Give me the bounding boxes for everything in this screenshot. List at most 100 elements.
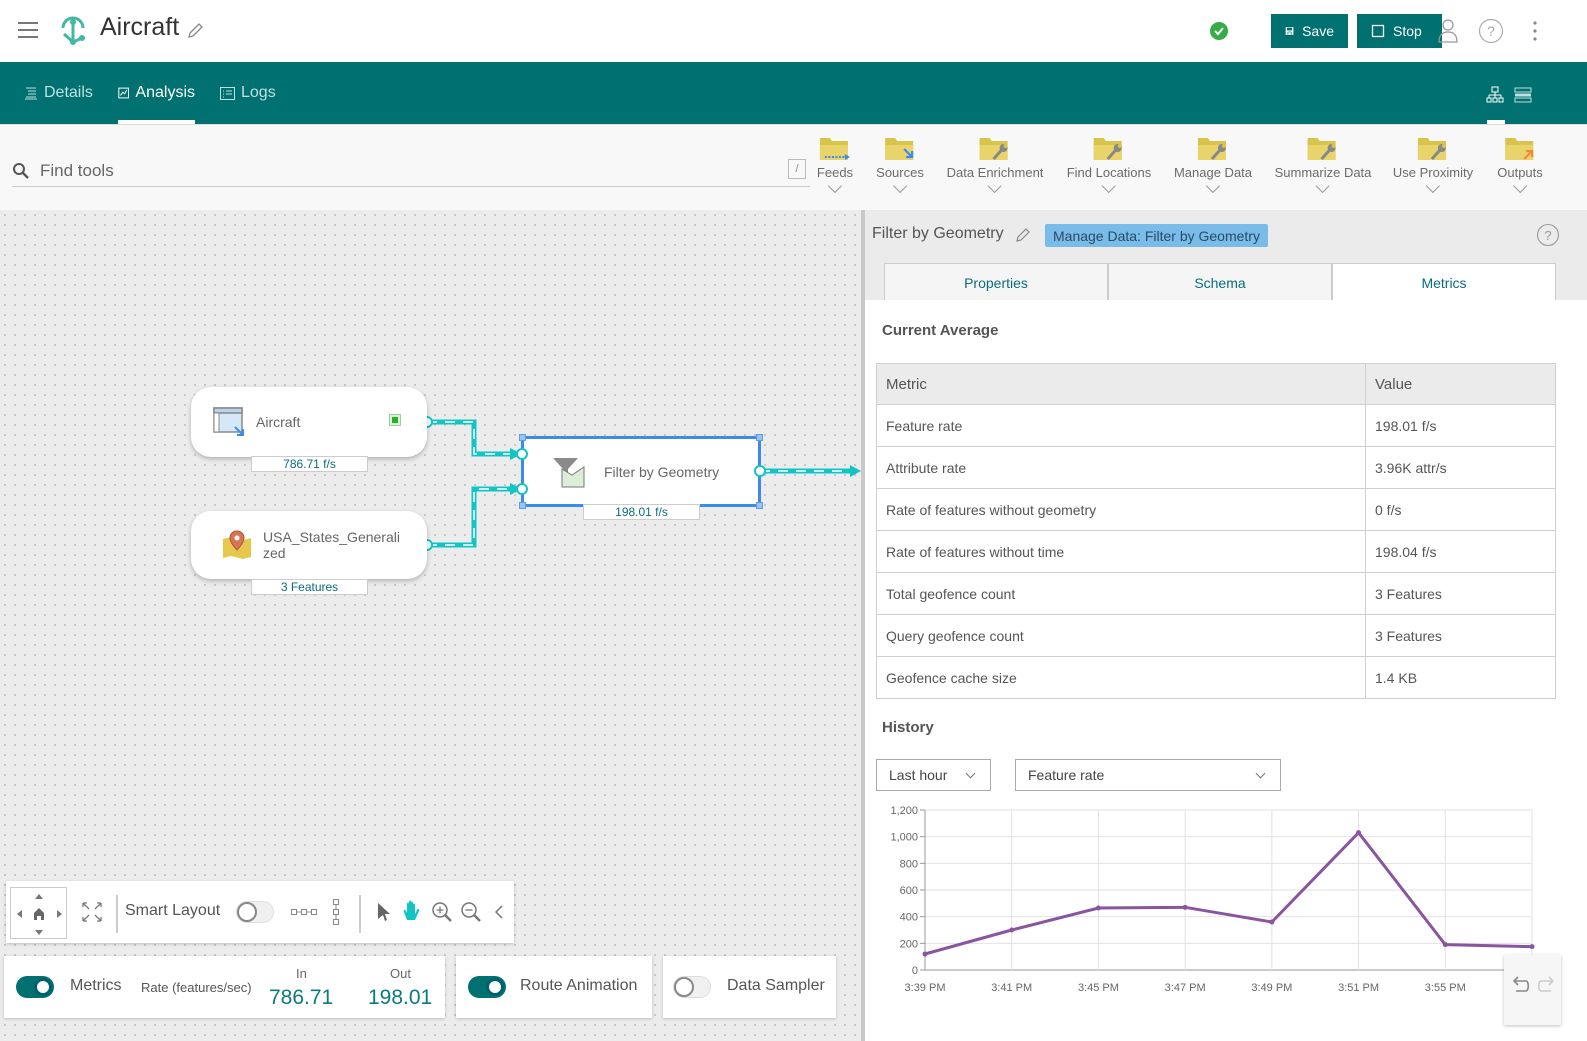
zoom-in-icon[interactable] — [431, 901, 453, 923]
x-tick-label: 3:45 PM — [1078, 982, 1119, 994]
data-point[interactable] — [1269, 919, 1275, 925]
history-metric-value: Feature rate — [1028, 767, 1105, 783]
tool-category-label: Find Locations — [1066, 165, 1152, 180]
pan-up-icon[interactable] — [35, 894, 43, 899]
more-options-icon[interactable] — [1520, 16, 1550, 46]
tab-schema[interactable]: Schema — [1108, 263, 1332, 301]
undo-icon[interactable] — [1510, 975, 1532, 995]
user-icon[interactable] — [1433, 16, 1463, 46]
help-icon[interactable]: ? — [1476, 16, 1506, 46]
top-bar: Aircraft Save Stop ? — [0, 0, 1587, 62]
metric-name-cell: Total geofence count — [876, 572, 1366, 615]
diagram-view-icon[interactable] — [1486, 86, 1506, 124]
table-row: Rate of features without time 198.04 f/s — [876, 530, 1556, 573]
tool-category-sources[interactable]: Sources — [876, 135, 924, 194]
zoom-out-icon[interactable] — [460, 901, 482, 923]
node-label: Aircraft — [256, 414, 301, 430]
metric-value-cell: 1.4 KB — [1365, 656, 1556, 699]
y-tick-label: 600 — [900, 885, 918, 897]
x-tick-label: 3:41 PM — [991, 982, 1032, 994]
chevron-down-icon — [1315, 178, 1331, 194]
data-point[interactable] — [1356, 830, 1362, 836]
stop-button[interactable]: Stop — [1357, 14, 1442, 48]
folder-tool-icon — [1308, 138, 1336, 160]
tab-details[interactable]: Details — [24, 62, 93, 124]
redo-icon[interactable] — [1535, 975, 1557, 995]
out-label: Out — [390, 966, 411, 981]
tool-category-use-proximity[interactable]: Use Proximity — [1393, 135, 1473, 194]
data-point[interactable] — [922, 951, 928, 957]
chevron-down-icon — [1205, 178, 1221, 194]
smart-layout-label: Smart Layout — [125, 902, 221, 919]
edit-title-icon[interactable] — [186, 22, 204, 40]
app-logo-icon — [61, 16, 85, 45]
data-point[interactable] — [1529, 944, 1535, 950]
node-metric-aircraft: 786.71 f/s — [251, 456, 368, 472]
node-aircraft-feed[interactable]: Aircraft — [191, 387, 427, 457]
data-point[interactable] — [1182, 904, 1188, 910]
find-tools-input[interactable] — [40, 160, 740, 181]
panel-help-icon[interactable]: ? — [1536, 223, 1560, 247]
data-point[interactable] — [1095, 905, 1101, 911]
horizontal-layout-icon[interactable] — [291, 908, 317, 916]
node-usa-states-source[interactable]: USA_States_Generali zed — [191, 511, 427, 579]
pan-down-icon[interactable] — [35, 930, 43, 935]
resize-handle[interactable] — [756, 434, 763, 441]
tab-metrics[interactable]: Metrics — [1332, 263, 1556, 301]
tool-category-label: Summarize Data — [1274, 165, 1372, 180]
tool-category-manage-data[interactable]: Manage Data — [1174, 135, 1252, 194]
data-sampler-toggle[interactable] — [673, 976, 711, 998]
resize-handle[interactable] — [756, 502, 763, 509]
edit-node-name-icon[interactable] — [1015, 227, 1031, 243]
out-rate-value: 198.01 — [368, 986, 433, 1009]
tab-properties[interactable]: Properties — [884, 263, 1108, 301]
metric-name-cell: Rate of features without geometry — [876, 488, 1366, 531]
pan-hand-icon[interactable] — [402, 900, 422, 922]
tool-category-outputs[interactable]: Outputs — [1497, 135, 1543, 194]
tool-category-data-enrichment[interactable]: Data Enrichment — [947, 135, 1043, 194]
vertical-layout-icon[interactable] — [332, 899, 340, 925]
list-view-icon[interactable] — [1514, 86, 1534, 106]
details-icon — [25, 87, 37, 100]
tab-analysis[interactable]: Analysis — [118, 62, 195, 124]
data-point[interactable] — [1442, 942, 1448, 948]
select-pointer-icon[interactable] — [377, 902, 391, 922]
link-filter-output[interactable] — [760, 465, 861, 477]
metrics-toggle[interactable] — [16, 976, 54, 998]
fit-to-screen-icon[interactable] — [81, 901, 103, 923]
route-animation-toggle[interactable] — [468, 976, 506, 998]
node-label: Filter by Geometry — [604, 463, 720, 480]
series-line-feature-rate — [924, 830, 1533, 956]
home-icon[interactable] — [34, 908, 44, 920]
divider — [359, 895, 361, 933]
tool-category-summarize-data[interactable]: Summarize Data — [1274, 135, 1372, 194]
link-states-to-filter[interactable] — [427, 483, 522, 548]
analytics-canvas[interactable]: Aircraft 786.71 f/s USA_States_Generali … — [0, 210, 861, 1041]
time-range-select[interactable]: Last hour — [876, 759, 991, 791]
pan-right-icon[interactable] — [57, 910, 62, 918]
data-point[interactable] — [1009, 927, 1015, 933]
pan-left-icon[interactable] — [17, 910, 22, 918]
node-filter-by-geometry[interactable]: Filter by Geometry — [519, 434, 763, 509]
history-metric-select[interactable]: Feature rate — [1015, 759, 1281, 791]
resize-handle[interactable] — [519, 502, 526, 509]
link-aircraft-to-filter[interactable] — [427, 419, 522, 460]
save-button[interactable]: Save — [1271, 14, 1348, 48]
pan-navigator[interactable] — [10, 887, 67, 939]
tab-logs[interactable]: Logs — [220, 62, 276, 124]
tool-category-feeds[interactable]: Feeds — [817, 135, 853, 194]
x-tick-label: 3:39 PM — [905, 982, 946, 994]
search-icon — [13, 162, 29, 179]
resize-handle[interactable] — [519, 434, 526, 441]
tool-category-find-locations[interactable]: Find Locations — [1066, 135, 1152, 194]
collapse-toolbar-icon[interactable] — [494, 905, 504, 919]
metric-value-cell: 198.01 f/s — [1365, 404, 1556, 447]
smart-layout-toggle[interactable] — [236, 901, 274, 923]
table-row: Feature rate 198.01 f/s — [876, 404, 1556, 447]
table-row: Query geofence count 3 Features — [876, 614, 1556, 657]
canvas-toolbar: Smart Layout — [6, 881, 514, 943]
tab-label: Logs — [241, 84, 276, 101]
menu-icon[interactable] — [18, 22, 38, 38]
chevron-down-icon — [827, 178, 843, 194]
y-tick-label: 1,000 — [890, 832, 918, 844]
